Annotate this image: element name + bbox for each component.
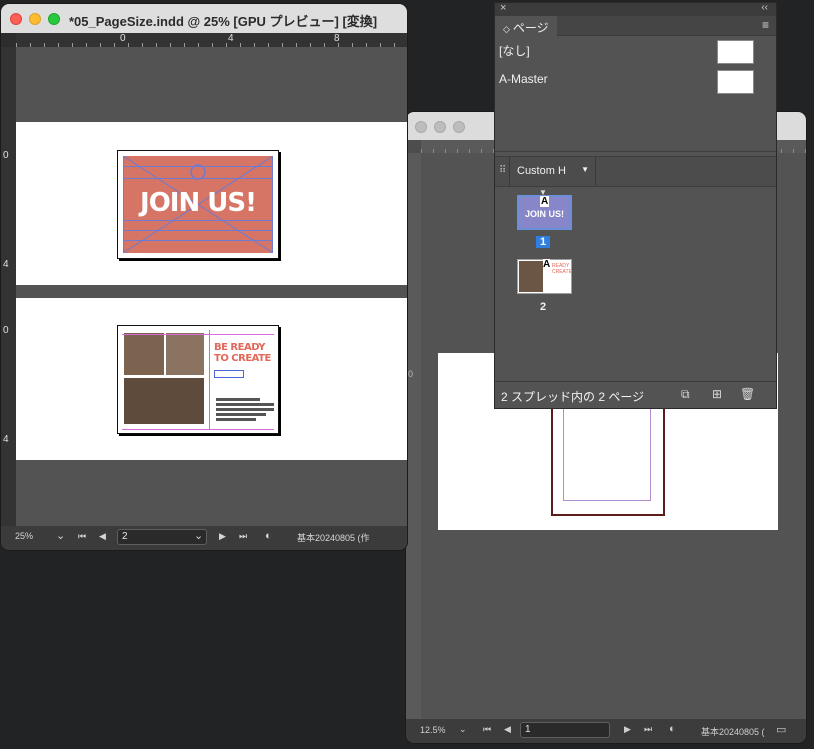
master-item-a-master[interactable]: A-Master — [499, 72, 548, 86]
next-page-icon[interactable]: ▶ — [624, 724, 631, 735]
page-number-2[interactable]: 2 — [536, 301, 550, 313]
title-bar[interactable]: *05_PageSize.indd @ 25% [GPU プレビュー] [変換] — [1, 4, 407, 33]
page-2[interactable]: BE READY TO CREATE — [117, 325, 279, 434]
chevron-down-icon[interactable]: ⌄ — [459, 724, 467, 735]
first-page-icon[interactable]: ⏮ — [78, 531, 86, 542]
ruler-label: 4 — [3, 259, 9, 270]
window-controls — [10, 13, 60, 25]
master-thumbnail[interactable] — [717, 40, 754, 64]
margin-guide — [563, 409, 651, 501]
tab-label: ページ — [512, 21, 549, 35]
body-text — [216, 398, 274, 423]
headline: BE READY TO CREATE — [214, 342, 271, 364]
panel-menu-icon[interactable]: ≡ — [762, 18, 769, 32]
ruler-label: 0 — [3, 150, 9, 161]
status-bar: 25% ⌄ ⏮ ◀ 2 ⌄ ▶ ⏭ ◐ 基本20240805 (作 — [1, 526, 407, 550]
master-item-none[interactable]: [なし] — [499, 42, 530, 59]
master-prefix: A — [540, 196, 550, 207]
grip-icon[interactable]: ⠿ — [499, 165, 506, 176]
photo — [519, 261, 543, 292]
headline-line: TO CREATE — [214, 353, 271, 364]
preflight-icon[interactable]: ◐ — [265, 530, 272, 542]
first-page-icon[interactable]: ⏮ — [483, 724, 491, 735]
chevron-down-icon: ▼ — [581, 165, 589, 174]
page-thumbnail-1[interactable]: A JOIN US! — [517, 195, 572, 230]
edit-page-size-icon[interactable]: ⧉ — [681, 387, 690, 402]
last-page-icon[interactable]: ⏭ — [644, 724, 652, 735]
horizontal-ruler[interactable]: 0 4 8 — [16, 33, 407, 47]
poster-artwork: BE READY TO CREATE — [122, 330, 274, 430]
minimize-button[interactable] — [434, 121, 446, 133]
window-title: *05_PageSize.indd @ 25% [GPU プレビュー] [変換] — [69, 14, 378, 29]
master-thumbnail[interactable] — [717, 70, 754, 94]
thumbnail-headline: READY CREATE — [552, 263, 572, 275]
new-page-icon[interactable]: ⊞ — [712, 387, 722, 401]
last-page-icon[interactable]: ⏭ — [239, 531, 247, 542]
guide — [122, 429, 274, 430]
panel-footer: 2 スプレッド内の 2 ページ ⧉ ⊞ 🗑 — [495, 381, 776, 408]
headline: JOIN US! — [140, 188, 257, 218]
headline-line: BE READY — [214, 342, 266, 353]
guide — [209, 330, 210, 429]
vertical-ruler[interactable] — [406, 153, 421, 719]
page-number-1[interactable]: 1 — [536, 236, 550, 248]
page-count-status: 2 スプレッド内の 2 ページ — [501, 390, 645, 404]
page-number-field[interactable]: 1 — [520, 722, 610, 738]
photo — [166, 333, 204, 375]
ruler-label: 4 — [228, 33, 234, 44]
divider[interactable] — [495, 151, 776, 152]
layout-icon[interactable]: ▭ — [776, 723, 786, 736]
close-button[interactable] — [10, 13, 22, 25]
zoom-level[interactable]: 25% — [15, 531, 33, 541]
page-thumbnail-2[interactable]: A READY CREATE — [517, 259, 572, 294]
status-bar: 12.5% ⌄ ⏮ ◀ 1 ▶ ⏭ ◐ 基本20240805 ( ▭ — [406, 719, 806, 743]
collapse-icon[interactable]: ‹‹ — [761, 2, 768, 13]
chevron-down-icon[interactable]: ⌄ — [194, 529, 203, 542]
preflight-icon[interactable]: ◐ — [669, 723, 676, 735]
preflight-profile[interactable]: 基本20240805 ( — [701, 725, 765, 738]
previous-page-icon[interactable]: ◀ — [99, 531, 106, 542]
zoom-button[interactable] — [453, 121, 465, 133]
zoom-button[interactable] — [48, 13, 60, 25]
preflight-profile[interactable]: 基本20240805 (作 — [297, 531, 370, 544]
page-size-row: ⠿ Custom H ▼ — [495, 156, 776, 187]
ruler-label: 0 — [3, 325, 9, 336]
panel-header[interactable]: × ‹‹ — [495, 2, 776, 16]
ruler-label: 0 — [120, 33, 126, 44]
chevron-down-icon[interactable]: ⌄ — [56, 529, 65, 542]
close-icon[interactable]: × — [500, 2, 506, 14]
trash-icon[interactable]: 🗑 — [740, 387, 755, 401]
ruler-label: 0 — [408, 369, 414, 379]
zoom-level[interactable]: 12.5% — [420, 725, 446, 735]
ruler-label: 8 — [334, 33, 340, 44]
thumbnail-headline: JOIN US! — [525, 209, 565, 219]
document-window-front[interactable]: *05_PageSize.indd @ 25% [GPU プレビュー] [変換]… — [0, 3, 408, 551]
poster-artwork: JOIN US! — [123, 156, 273, 253]
page-size-value: Custom H — [517, 165, 566, 177]
window-controls — [415, 121, 465, 133]
master-prefix: A — [543, 259, 551, 270]
vertical-ruler[interactable]: 0 4 0 4 — [1, 47, 16, 526]
panel-tab-row: ◇ ページ ≡ — [495, 16, 776, 36]
guide — [122, 334, 274, 335]
page-1[interactable]: JOIN US! — [117, 150, 279, 259]
page-size-dropdown[interactable]: Custom H ▼ — [509, 157, 596, 186]
close-button[interactable] — [415, 121, 427, 133]
text-frame — [214, 370, 244, 378]
previous-page-icon[interactable]: ◀ — [504, 724, 511, 735]
master-label: A-Master — [499, 72, 548, 86]
minimize-button[interactable] — [29, 13, 41, 25]
photo — [124, 333, 164, 375]
next-page-icon[interactable]: ▶ — [219, 531, 226, 542]
ruler-origin[interactable] — [1, 33, 16, 47]
ruler-label: 4 — [3, 434, 9, 445]
tab-pages[interactable]: ◇ ページ — [495, 16, 557, 36]
photo — [124, 378, 204, 424]
panel-tab-icon: ◇ — [503, 24, 510, 34]
pages-panel[interactable]: × ‹‹ ◇ ページ ≡ [なし] A-Master ⠿ Custom H ▼ ▼… — [494, 2, 777, 409]
master-label: [なし] — [499, 44, 530, 58]
